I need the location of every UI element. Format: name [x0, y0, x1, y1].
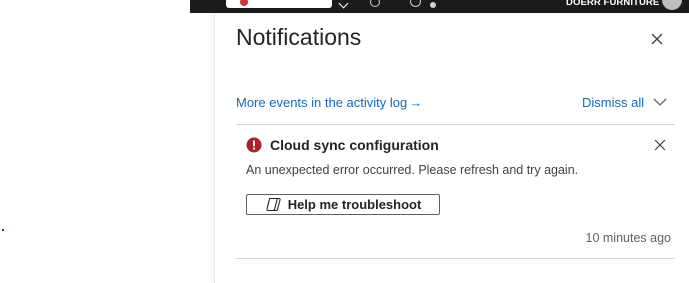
dismiss-notification-icon[interactable] [653, 138, 667, 152]
activity-log-link[interactable]: More events in the activity log → [236, 95, 422, 110]
notification-message: An unexpected error occurred. Please ref… [246, 163, 579, 177]
close-icon[interactable] [647, 29, 667, 49]
notification-timestamp: 10 minutes ago [585, 231, 671, 245]
arrow-right-icon: → [409, 95, 423, 110]
error-icon [246, 137, 262, 153]
org-name: DOERR FURNITURE [566, 0, 660, 8]
help-me-troubleshoot-button[interactable]: Help me troubleshoot [246, 194, 440, 215]
stray-dot [2, 229, 4, 231]
status-dot-icon [240, 0, 248, 6]
settings-icon[interactable] [370, 0, 380, 7]
dismiss-all-button[interactable]: Dismiss all [582, 95, 644, 110]
avatar[interactable] [662, 0, 682, 10]
top-tab[interactable] [226, 0, 332, 8]
top-bar: DOERR FURNITURE [190, 0, 689, 13]
notifications-panel: Notifications More events in the activit… [214, 13, 689, 283]
help-me-troubleshoot-label: Help me troubleshoot [287, 197, 422, 212]
copilot-icon [266, 197, 281, 212]
divider [236, 124, 675, 125]
chevron-down-icon[interactable] [652, 96, 668, 108]
notification-title: Cloud sync configuration [270, 137, 439, 153]
chevron-down-icon[interactable] [338, 0, 349, 9]
panel-title: Notifications [236, 24, 362, 50]
help-icon[interactable] [410, 0, 421, 7]
feedback-icon[interactable] [430, 2, 436, 8]
divider [236, 258, 675, 259]
activity-log-link-label: More events in the activity log [236, 95, 408, 110]
